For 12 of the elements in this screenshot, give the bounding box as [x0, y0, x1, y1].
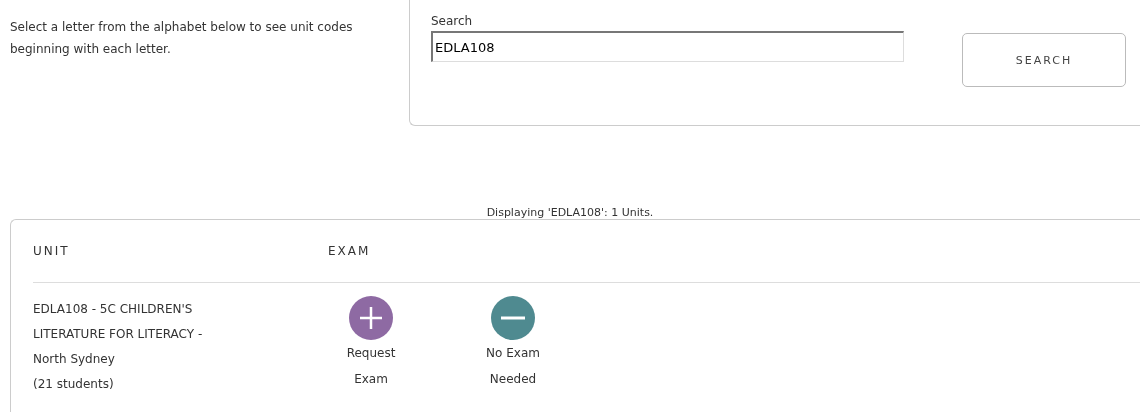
plus-icon: [349, 296, 393, 340]
field-label: Search: [431, 14, 474, 28]
column-header: EXAM: [328, 244, 371, 258]
search-button[interactable]: SEARCH: [962, 33, 1126, 87]
no-exam-button[interactable]: No Exam Needed: [460, 296, 566, 397]
column-header: UNIT: [33, 244, 71, 258]
results-status: Displaying 'EDLA108': 1 Units.: [485, 206, 655, 220]
request-exam-button[interactable]: Request Exam: [318, 296, 424, 397]
search-field[interactable]: EDLA108: [431, 31, 904, 62]
instruction-text: Select a letter from the alphabet below to see unit codes beginning with each letter.: [9, 19, 354, 58]
unit-description: EDLA108 - 5C CHILDREN'S LITERATURE FOR LITERACY - North Sydney (21 students): [33, 301, 204, 393]
minus-icon: [491, 296, 535, 340]
